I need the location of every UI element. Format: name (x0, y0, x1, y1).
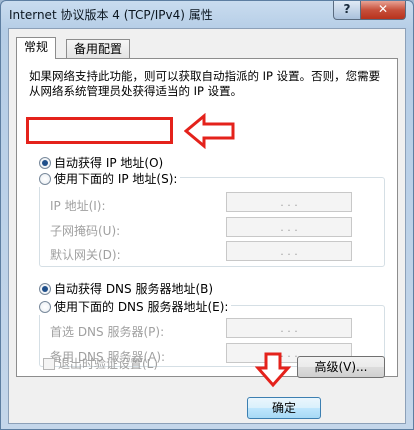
radio-manual-ip[interactable]: 使用下面的 IP 地址(S): (39, 171, 181, 187)
radio-manual-dns-label: 使用下面的 DNS 服务器地址(E): (54, 300, 229, 314)
preferred-dns-label: 首选 DNS 服务器(P): (50, 325, 165, 339)
help-button[interactable]: ? (333, 1, 361, 20)
title-bar[interactable]: Internet 协议版本 4 (TCP/IPv4) 属性 ? ✕ (1, 1, 413, 27)
default-gateway-input[interactable]: . . . (226, 241, 352, 261)
highlight-box-auto-ip (26, 117, 173, 144)
subnet-mask-input[interactable]: . . . (226, 217, 352, 237)
validate-settings-checkbox[interactable]: 退出时验证设置(L) (43, 355, 158, 372)
down-arrow-annotation-icon (255, 352, 291, 388)
description-text: 如果网络支持此功能，则可以获取自动指派的 IP 设置。否则，您需要从网络系统管理… (29, 69, 381, 98)
default-gateway-label: 默认网关(D): (50, 248, 121, 262)
radio-auto-ip-indicator[interactable] (39, 156, 51, 169)
tab-page-general: 如果网络支持此功能，则可以获取自动指派的 IP 设置。否则，您需要从网络系统管理… (16, 58, 398, 377)
validate-settings-label: 退出时验证设置(L) (58, 357, 159, 371)
radio-auto-dns-indicator[interactable] (39, 282, 51, 295)
advanced-button[interactable]: 高级(V)... (297, 356, 385, 378)
radio-auto-dns[interactable]: 自动获得 DNS 服务器地址(B) (39, 281, 213, 297)
close-button[interactable]: ✕ (360, 1, 406, 20)
radio-auto-ip-label: 自动获得 IP 地址(O) (54, 156, 164, 170)
ip-address-label: IP 地址(I): (50, 199, 106, 213)
preferred-dns-input[interactable]: . . . (226, 318, 352, 338)
subnet-mask-label: 子网掩码(U): (50, 224, 121, 238)
validate-settings-checkbox-box[interactable] (43, 357, 55, 370)
tab-general[interactable]: 常规 (16, 37, 57, 59)
window-title: Internet 协议版本 4 (TCP/IPv4) 属性 (9, 8, 213, 22)
left-arrow-annotation-icon (184, 113, 235, 149)
dialog-window: Internet 协议版本 4 (TCP/IPv4) 属性 ? ✕ 常规 备用配… (0, 0, 414, 430)
radio-auto-dns-label: 自动获得 DNS 服务器地址(B) (54, 282, 214, 296)
radio-manual-ip-indicator[interactable] (39, 172, 51, 185)
radio-manual-dns[interactable]: 使用下面的 DNS 服务器地址(E): (39, 299, 232, 315)
ok-button[interactable]: 确定 (247, 397, 321, 419)
radio-manual-dns-indicator[interactable] (39, 300, 51, 313)
radio-manual-ip-label: 使用下面的 IP 地址(S): (54, 172, 178, 186)
radio-auto-ip[interactable]: 自动获得 IP 地址(O) (39, 155, 163, 171)
tab-alternate-configuration[interactable]: 备用配置 (66, 39, 131, 59)
ip-address-input[interactable]: . . . (226, 192, 352, 212)
